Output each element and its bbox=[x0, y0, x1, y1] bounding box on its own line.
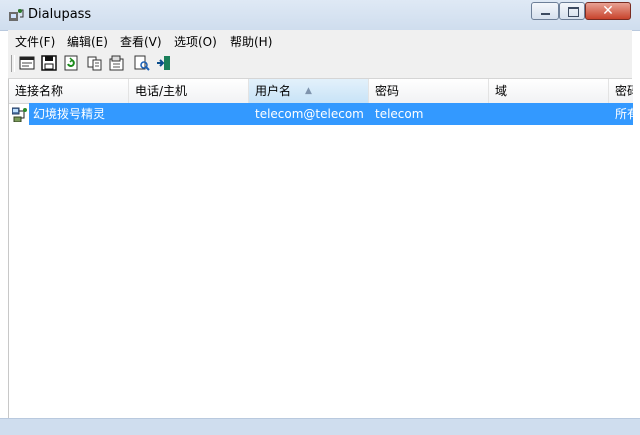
cell-connection-name: 幻境拨号精灵 bbox=[33, 107, 106, 121]
maximize-icon bbox=[568, 7, 579, 17]
close-icon: ✕ bbox=[602, 3, 614, 19]
sort-ascending-icon: ▲ bbox=[305, 86, 312, 96]
cell-phone-host bbox=[135, 103, 245, 125]
toolbar-grip[interactable] bbox=[11, 55, 15, 72]
html-report-icon[interactable] bbox=[19, 55, 35, 71]
cell-domain bbox=[495, 103, 605, 125]
menu-file[interactable]: 文件(F) bbox=[15, 33, 55, 50]
column-header-username[interactable]: 用户名 ▲ bbox=[249, 79, 369, 103]
dialup-connection-icon bbox=[12, 107, 27, 122]
column-header-password[interactable]: 密码 bbox=[369, 79, 489, 103]
menu-edit[interactable]: 编辑(E) bbox=[67, 33, 108, 50]
cell-password-2: 所有 bbox=[615, 107, 633, 121]
column-header-username-label: 用户名 bbox=[255, 84, 292, 98]
exit-icon[interactable] bbox=[156, 55, 172, 71]
window-title: Dialupass bbox=[28, 7, 92, 22]
menu-bar: 文件(F) 编辑(E) 查看(V) 选项(O) 帮助(H) bbox=[8, 30, 632, 50]
window-frame-bottom bbox=[0, 418, 640, 435]
list-header: 连接名称 电话/主机 用户名 ▲ 密码 域 密码 bbox=[9, 79, 633, 104]
maximize-button[interactable] bbox=[559, 2, 585, 20]
title-bar[interactable]: Dialupass ✕ bbox=[0, 0, 640, 31]
dialupass-app-icon bbox=[9, 9, 24, 21]
connections-list[interactable]: 连接名称 电话/主机 用户名 ▲ 密码 域 密码 幻境拨号精灵 telecom@… bbox=[8, 79, 633, 418]
column-header-password-2[interactable]: 密码 bbox=[609, 79, 633, 103]
copy-icon[interactable] bbox=[87, 55, 103, 71]
menu-help[interactable]: 帮助(H) bbox=[230, 33, 272, 50]
refresh-icon[interactable] bbox=[63, 55, 79, 71]
properties-icon[interactable] bbox=[109, 55, 125, 71]
find-icon[interactable] bbox=[134, 55, 150, 71]
column-header-phone-host[interactable]: 电话/主机 bbox=[129, 79, 249, 103]
close-button[interactable]: ✕ bbox=[585, 2, 631, 20]
column-header-domain[interactable]: 域 bbox=[489, 79, 609, 103]
minimize-button[interactable] bbox=[531, 2, 559, 20]
menu-options[interactable]: 选项(O) bbox=[174, 33, 217, 50]
toolbar bbox=[8, 50, 632, 79]
minimize-icon bbox=[541, 13, 550, 15]
save-icon[interactable] bbox=[41, 55, 57, 71]
column-header-connection-name[interactable]: 连接名称 bbox=[9, 79, 129, 103]
table-row[interactable]: 幻境拨号精灵 telecom@telecom telecom 所有 bbox=[9, 103, 633, 125]
menu-view[interactable]: 查看(V) bbox=[120, 33, 162, 50]
cell-password: telecom bbox=[375, 107, 424, 121]
cell-username: telecom@telecom bbox=[255, 107, 364, 121]
